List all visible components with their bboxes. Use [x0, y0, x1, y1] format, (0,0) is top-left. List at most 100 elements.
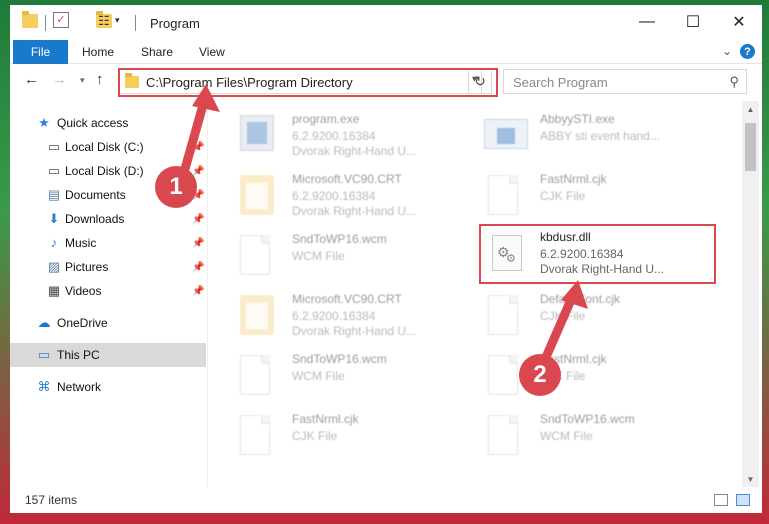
- sidebar-item-onedrive[interactable]: ☁ OneDrive: [10, 311, 206, 335]
- file-name: FastNrml.cjk: [540, 172, 607, 186]
- sidebar-item-label: Pictures: [65, 260, 109, 274]
- download-icon: ⬇: [48, 211, 60, 226]
- folder-icon: [22, 11, 38, 28]
- drive-icon: ▭: [47, 163, 61, 178]
- network-icon: ⌘: [37, 379, 51, 394]
- navigation-pane: ★ Quick access ▭ Local Disk (C:) 📌 ▭ Loc…: [10, 103, 206, 487]
- folder-icon: [240, 175, 274, 215]
- file-icon: [488, 415, 518, 455]
- pin-icon: 📌: [192, 165, 205, 177]
- cloud-icon: ☁: [37, 315, 51, 330]
- sidebar-item-downloads[interactable]: ⬇ Downloads 📌: [10, 207, 206, 231]
- sidebar-item-pictures[interactable]: ▨ Pictures 📌: [10, 255, 206, 279]
- file-type: WCM File: [540, 429, 593, 443]
- recent-locations-icon[interactable]: ▾: [80, 75, 85, 86]
- sidebar-item-videos[interactable]: ▦ Videos 📌: [10, 279, 206, 303]
- chevron-down-icon[interactable]: ▾: [115, 15, 120, 26]
- star-icon: ★: [38, 115, 50, 130]
- minimize-button[interactable]: —: [624, 5, 670, 39]
- status-bar: 157 items: [10, 488, 762, 513]
- list-item[interactable]: SndToWP16.wcm WCM File: [470, 409, 710, 461]
- file-name: SndToWP16.wcm: [292, 232, 387, 246]
- sidebar-item-label: Network: [57, 380, 102, 394]
- list-item[interactable]: program.exe 6.2.9200.16384 Dvorak Right-…: [222, 109, 462, 161]
- list-item[interactable]: SndToWP16.wcm WCM File: [222, 229, 462, 281]
- list-item[interactable]: AbbyySTI.exe ABBY sti event hand...: [470, 109, 710, 161]
- file-description: Dvorak Right-Hand U...: [292, 324, 417, 338]
- chevron-down-icon[interactable]: ⌄: [722, 44, 732, 58]
- file-type: CJK File: [540, 189, 586, 203]
- tab-file[interactable]: File: [13, 40, 68, 64]
- view-options-icon[interactable]: ☷: [98, 13, 110, 29]
- drive-icon: ▭: [47, 139, 61, 154]
- list-item[interactable]: FastNrml.cjk CJK File: [470, 169, 710, 221]
- file-icon: [488, 295, 518, 335]
- search-input[interactable]: Search Program: [513, 75, 608, 90]
- tab-home[interactable]: Home: [82, 45, 114, 59]
- file-type: WCM File: [292, 369, 345, 383]
- file-type: WCM File: [292, 249, 345, 263]
- folder-icon: [240, 295, 274, 335]
- close-button[interactable]: ✕: [716, 5, 762, 39]
- file-name: DefaultFont.cjk: [540, 292, 621, 306]
- sidebar-item-this-pc[interactable]: ▭ This PC: [10, 343, 206, 367]
- file-list: program.exe 6.2.9200.16384 Dvorak Right-…: [210, 101, 742, 487]
- search-box[interactable]: Search Program ⚲: [503, 69, 747, 94]
- sidebar-item-music[interactable]: ♪ Music 📌: [10, 231, 206, 255]
- file-name: SndToWP16.wcm: [540, 412, 635, 426]
- sidebar-item-label: Videos: [65, 284, 102, 298]
- list-item[interactable]: FastNrml.cjk CJK File: [470, 349, 710, 401]
- up-arrow-icon[interactable]: ↑: [96, 71, 104, 88]
- list-item[interactable]: Microsoft.VC90.CRT 6.2.9200.16384 Dvorak…: [222, 169, 462, 221]
- tab-share[interactable]: Share: [141, 45, 173, 59]
- sidebar-item-label: OneDrive: [57, 316, 108, 330]
- address-highlight-box: [118, 68, 498, 97]
- list-item[interactable]: SndToWP16.wcm WCM File: [222, 349, 462, 401]
- scroll-thumb[interactable]: [745, 123, 756, 171]
- vertical-scrollbar[interactable]: ▲ ▼: [742, 101, 759, 487]
- sidebar-item-label: Quick access: [57, 116, 129, 130]
- sidebar-item-label: Local Disk (C:): [65, 140, 144, 154]
- pin-icon: 📌: [192, 261, 205, 273]
- file-description: ABBY sti event hand...: [540, 129, 660, 143]
- scroll-down-icon[interactable]: ▼: [742, 471, 759, 487]
- file-name: Microsoft.VC90.CRT: [292, 172, 402, 186]
- file-description: Dvorak Right-Hand U...: [292, 144, 417, 158]
- computer-icon: ▭: [37, 347, 51, 362]
- file-name: SndToWP16.wcm: [292, 352, 387, 366]
- explorer-window: ✓ ☷ ▾ Program — ☐ ✕ File Home Share View…: [10, 5, 762, 513]
- sidebar-item-label: Downloads: [65, 212, 125, 226]
- tab-view[interactable]: View: [199, 45, 225, 59]
- list-item[interactable]: DefaultFont.cjk CJK File: [470, 289, 710, 341]
- list-item[interactable]: FastNrml.cjk CJK File: [222, 409, 462, 461]
- sidebar-item-network[interactable]: ⌘ Network: [10, 375, 206, 399]
- sidebar-item-label: Local Disk (D:): [65, 164, 144, 178]
- music-icon: ♪: [50, 235, 58, 250]
- step-1-badge: 1: [155, 166, 197, 208]
- list-item[interactable]: Microsoft.VC90.CRT 6.2.9200.16384 Dvorak…: [222, 289, 462, 341]
- pin-icon: 📌: [192, 285, 205, 297]
- search-icon: ⚲: [729, 74, 739, 89]
- scroll-up-icon[interactable]: ▲: [742, 101, 759, 117]
- exe-icon: [240, 115, 274, 151]
- window-title: Program: [150, 16, 200, 31]
- application-icon: [484, 119, 528, 149]
- back-arrow-icon[interactable]: ←: [24, 71, 39, 88]
- tiles-view-icon[interactable]: [736, 494, 750, 506]
- file-icon: [240, 235, 270, 275]
- file-type: CJK File: [292, 429, 338, 443]
- forward-arrow-icon[interactable]: →: [52, 71, 67, 88]
- sidebar-item-label: This PC: [57, 348, 100, 362]
- sidebar-item-quick-access[interactable]: ★ Quick access: [10, 111, 206, 135]
- properties-icon[interactable]: ✓: [53, 12, 69, 28]
- pin-icon: 📌: [192, 141, 205, 153]
- file-name: Microsoft.VC90.CRT: [292, 292, 402, 306]
- maximize-button[interactable]: ☐: [670, 5, 716, 39]
- file-type: CJK File: [540, 309, 586, 323]
- details-view-icon[interactable]: [714, 494, 728, 506]
- documents-icon: ▤: [47, 187, 61, 202]
- file-name: FastNrml.cjk: [292, 412, 359, 426]
- videos-icon: ▦: [47, 283, 61, 298]
- sidebar-item-local-disk-c[interactable]: ▭ Local Disk (C:) 📌: [10, 135, 206, 159]
- help-icon[interactable]: ?: [740, 44, 755, 59]
